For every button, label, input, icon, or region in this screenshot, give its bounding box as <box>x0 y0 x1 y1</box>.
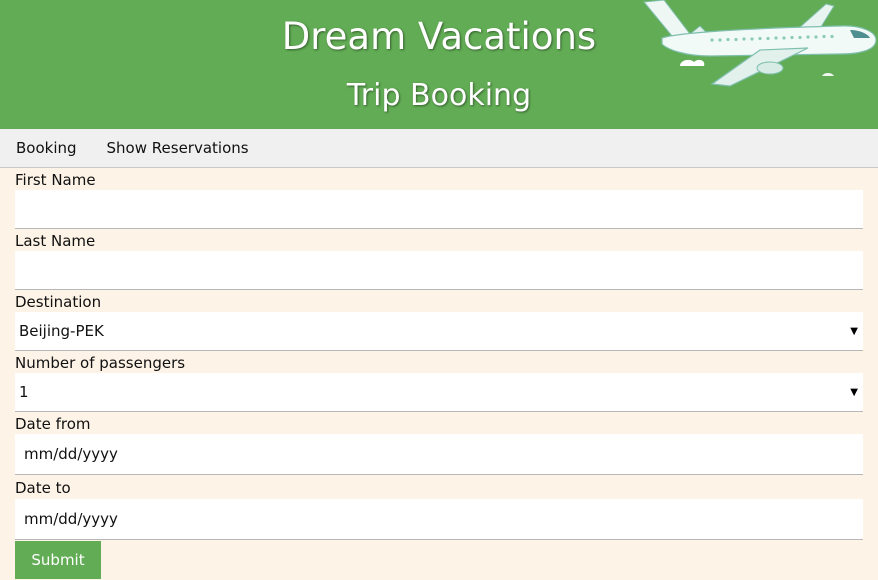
last-name-input[interactable] <box>15 251 863 290</box>
date-from-label: Date from <box>15 415 91 433</box>
page-header: Dream Vacations Trip Booking <box>0 0 878 129</box>
site-title: Dream Vacations <box>281 15 597 58</box>
booking-form: First Name Last Name Destination Beijing… <box>0 168 878 579</box>
first-name-label: First Name <box>15 171 96 189</box>
date-to-placeholder: mm/dd/yyyy <box>24 510 118 528</box>
passengers-selected-value: 1 <box>19 383 29 401</box>
date-to-label: Date to <box>15 479 71 497</box>
date-to-input[interactable]: mm/dd/yyyy <box>15 499 863 540</box>
dropdown-arrow-icon: ▼ <box>850 326 858 337</box>
last-name-label: Last Name <box>15 232 96 250</box>
submit-button[interactable]: Submit <box>15 541 101 579</box>
destination-select[interactable]: Beijing-PEK ▼ <box>15 312 863 351</box>
nav-bar: Booking Show Reservations <box>0 129 878 168</box>
page-subtitle: Trip Booking <box>346 78 532 113</box>
destination-label: Destination <box>15 293 102 311</box>
passengers-label: Number of passengers <box>15 354 186 372</box>
nav-link-show-reservations[interactable]: Show Reservations <box>107 139 249 157</box>
dropdown-arrow-icon: ▼ <box>850 387 858 398</box>
destination-selected-value: Beijing-PEK <box>19 322 104 340</box>
date-from-input[interactable]: mm/dd/yyyy <box>15 434 863 475</box>
nav-link-booking[interactable]: Booking <box>16 139 77 157</box>
first-name-input[interactable] <box>15 190 863 229</box>
date-from-placeholder: mm/dd/yyyy <box>24 445 118 463</box>
passengers-select[interactable]: 1 ▼ <box>15 373 863 412</box>
